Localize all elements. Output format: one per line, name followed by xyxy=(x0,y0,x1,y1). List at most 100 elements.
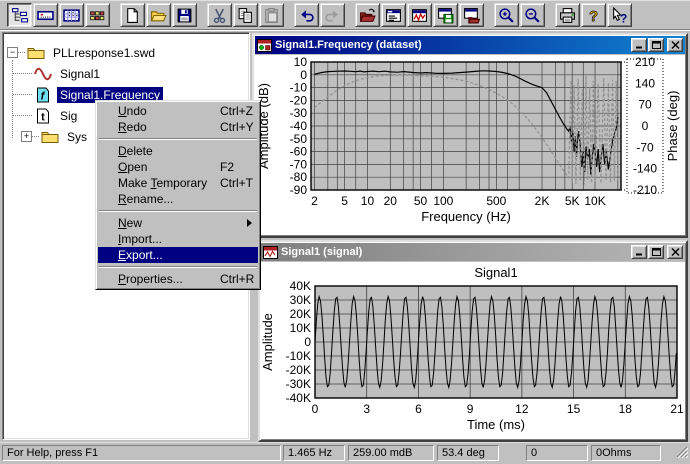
svg-text:-90: -90 xyxy=(290,183,308,197)
minimize-button[interactable] xyxy=(631,245,647,259)
window-waveform-icon xyxy=(411,7,428,24)
color-tiles-icon xyxy=(89,7,106,24)
svg-text:?: ? xyxy=(620,12,627,24)
svg-text:5: 5 xyxy=(341,194,348,208)
status-panel-frequency-readout: 1.465 Hz xyxy=(283,445,345,461)
menu-item-import[interactable]: Import... xyxy=(98,231,258,247)
window-signal1-frequency: Signal1.Frequency (dataset) 100-10-20-30… xyxy=(252,33,688,238)
menu-item-shortcut xyxy=(220,231,250,247)
undo-button[interactable] xyxy=(294,3,319,27)
menu-separator xyxy=(99,210,257,212)
collapse-icon[interactable]: − xyxy=(7,47,18,58)
svg-text:Time (ms): Time (ms) xyxy=(467,417,525,432)
window-export-button[interactable] xyxy=(459,3,484,27)
red-open-folder-icon xyxy=(359,7,376,24)
svg-text:5K: 5K xyxy=(565,194,580,208)
menu-item-open[interactable]: OpenF2 xyxy=(98,159,258,175)
svg-text:210: 210 xyxy=(635,55,655,69)
minimize-button[interactable] xyxy=(631,38,647,52)
window-text-icon xyxy=(385,7,402,24)
svg-text:12: 12 xyxy=(515,402,529,416)
copy-pages-icon xyxy=(237,7,254,24)
signal-window-icon xyxy=(263,246,278,259)
menu-separator xyxy=(99,266,257,268)
window-title: Signal1.Frequency (dataset) xyxy=(275,39,628,51)
resize-grip[interactable] xyxy=(676,446,688,461)
menu-item-shortcut xyxy=(220,191,250,207)
menu-item-new[interactable]: New xyxy=(98,215,258,231)
tree-connector xyxy=(13,94,32,95)
window-title: Signal1 (signal) xyxy=(281,246,628,258)
svg-text:70: 70 xyxy=(638,98,652,112)
menu-item-label: Open xyxy=(118,159,220,175)
arrow-question-icon: ? xyxy=(611,7,628,24)
print-button[interactable] xyxy=(555,3,580,27)
tree-item-signal1[interactable]: Signal1 xyxy=(3,63,249,84)
window-waveform-button[interactable] xyxy=(407,3,432,27)
status-bar: For Help, press F1 1.465 Hz259.00 mdB53.… xyxy=(0,442,690,464)
frequency-response-chart[interactable]: 100-10-20-30-40-50-60-70-80-902510205010… xyxy=(255,55,685,235)
expand-icon[interactable]: + xyxy=(21,131,32,142)
svg-text:-210: -210 xyxy=(633,183,657,197)
scissors-icon xyxy=(211,7,228,24)
svg-text:-140: -140 xyxy=(633,162,657,176)
titlebar-signal1-frequency[interactable]: Signal1.Frequency (dataset) xyxy=(255,36,685,54)
zoom-out-icon xyxy=(524,7,541,24)
frequency-chart-area: 100-10-20-30-40-50-60-70-80-902510205010… xyxy=(255,55,685,235)
menu-item-rename[interactable]: Rename... xyxy=(98,191,258,207)
paste-button xyxy=(259,3,284,27)
status-panel-amplitude-readout: 259.00 mdB xyxy=(348,445,434,461)
save-button[interactable] xyxy=(172,3,197,27)
menu-item-redo[interactable]: RedoCtrl+Y xyxy=(98,119,258,135)
help-button[interactable]: ? xyxy=(581,3,606,27)
zoom-in-icon xyxy=(498,7,515,24)
cut-button[interactable] xyxy=(207,3,232,27)
f-dataset-icon: f xyxy=(34,87,52,103)
tile-view-button[interactable] xyxy=(85,3,110,27)
close-button[interactable] xyxy=(667,245,683,259)
new-button[interactable] xyxy=(120,3,145,27)
menu-item-shortcut: Ctrl+T xyxy=(220,175,253,191)
svg-text:15: 15 xyxy=(567,402,581,416)
svg-text:20: 20 xyxy=(384,194,398,208)
titlebar-signal1[interactable]: Signal1 (signal) xyxy=(261,243,685,261)
tree-item-label: PLLresponse1.swd xyxy=(50,45,158,61)
reopen-button[interactable] xyxy=(355,3,380,27)
svg-text:-70: -70 xyxy=(636,140,654,154)
folder-icon xyxy=(41,129,59,145)
copy-button[interactable] xyxy=(233,3,258,27)
svg-text:10K: 10K xyxy=(584,194,605,208)
tree-connector xyxy=(18,52,25,53)
time-domain-chart[interactable]: Signal140K30K20K10K0-10K-20K-30K-40K0369… xyxy=(261,262,685,439)
tree-item-label: Signal1 xyxy=(57,66,103,82)
dataset-bar-view-button[interactable] xyxy=(33,3,58,27)
maximize-button[interactable] xyxy=(648,245,664,259)
svg-text:?: ? xyxy=(589,8,598,23)
window-save-button[interactable] xyxy=(433,3,458,27)
menu-item-undo[interactable]: UndoCtrl+Z xyxy=(98,103,258,119)
menu-item-export[interactable]: Export... xyxy=(98,247,258,263)
maximize-button[interactable] xyxy=(648,38,664,52)
zoom-in-button[interactable] xyxy=(494,3,519,27)
menu-item-properties[interactable]: Properties...Ctrl+R xyxy=(98,271,258,287)
question-icon: ? xyxy=(585,7,602,24)
context-help-button[interactable]: ? xyxy=(607,3,632,27)
tree-item-pllresponse1-swd[interactable]: − PLLresponse1.swd xyxy=(3,42,249,63)
svg-text:2: 2 xyxy=(311,194,318,208)
svg-text:2K: 2K xyxy=(535,194,550,208)
zoom-out-button[interactable] xyxy=(520,3,545,27)
context-menu: UndoCtrl+ZRedoCtrl+Y DeleteOpenF2Make Tem… xyxy=(95,100,261,290)
open-button[interactable] xyxy=(146,3,171,27)
close-button[interactable] xyxy=(667,38,683,52)
tree-view-toggle-button[interactable] xyxy=(7,3,32,27)
window-text-button[interactable] xyxy=(381,3,406,27)
menu-item-make-temporary[interactable]: Make TemporaryCtrl+T xyxy=(98,175,258,191)
svg-text:3: 3 xyxy=(363,402,370,416)
menu-item-delete[interactable]: Delete xyxy=(98,143,258,159)
svg-text:30K: 30K xyxy=(290,293,311,307)
dataset-grid-view-button[interactable] xyxy=(59,3,84,27)
svg-text:6: 6 xyxy=(415,402,422,416)
dataset-window-icon xyxy=(257,39,272,52)
svg-text:10K: 10K xyxy=(290,321,311,335)
menu-item-label: Delete xyxy=(118,143,220,159)
